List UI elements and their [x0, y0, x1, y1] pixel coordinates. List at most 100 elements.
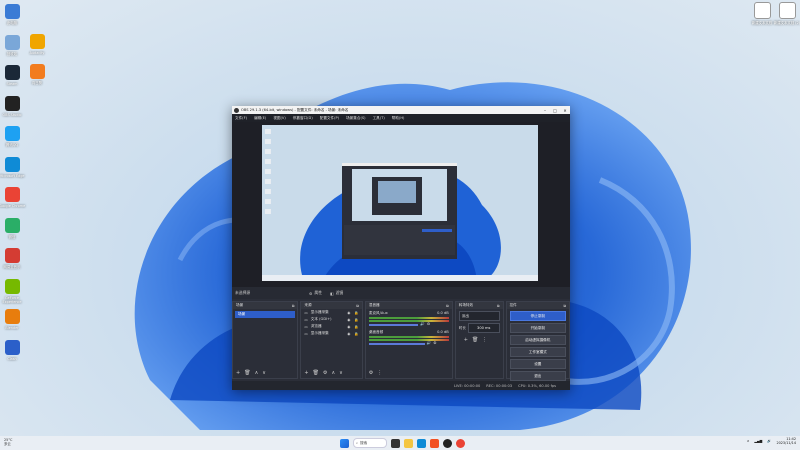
obs-titlebar[interactable]: OBS 29.1.3 (64-bit, windows) - 配置文件: 未命名… [232, 106, 570, 114]
visibility-icon[interactable]: ◉ [347, 311, 350, 315]
properties-button[interactable]: ⚙ 属性 [305, 290, 326, 296]
gear-icon[interactable]: ⚙ [427, 322, 430, 326]
speaker-icon[interactable]: 🔊 [420, 322, 424, 326]
control-button[interactable]: 退出 [509, 371, 566, 381]
explorer-icon[interactable] [404, 438, 413, 448]
source-toolbar: 未选择源 ⚙ 属性 ◧ 滤镜 [232, 287, 570, 299]
scene-item[interactable]: 场景 [235, 311, 296, 318]
desktop-icon[interactable]: Audacity [22, 34, 52, 55]
maximize-icon[interactable]: □ [550, 108, 560, 113]
move-up-icon[interactable]: ∧ [255, 370, 259, 376]
rec-status: REC: 00:00:03 [486, 383, 513, 388]
source-item[interactable]: ▭ 显示器采集 ◉ 🔒 [301, 330, 361, 337]
taskbar-search[interactable]: ⌕ 搜索 [353, 438, 387, 448]
close-icon[interactable]: ✕ [560, 108, 570, 113]
desktop-icon[interactable]: OBS Studio [0, 95, 27, 117]
lock-icon[interactable]: 🔒 [354, 318, 358, 322]
gear-icon[interactable]: ⚙ [323, 370, 327, 376]
clock[interactable]: 11:42 2023/11/14 [776, 437, 796, 445]
menu-item[interactable]: 停靠窗口(D) [293, 116, 313, 121]
visibility-icon[interactable]: ◉ [347, 332, 350, 336]
source-item[interactable]: ▭ 显示器采集 ◉ 🔒 [301, 309, 361, 316]
menu-item[interactable]: 配置文件(P) [320, 116, 339, 121]
chevron-up-icon[interactable]: ∧ [747, 439, 749, 443]
menu-item[interactable]: 帮助(H) [392, 116, 405, 121]
add-icon[interactable]: + [464, 337, 468, 343]
desktop-icon[interactable]: Google Chrome [0, 187, 27, 208]
move-up-icon[interactable]: ∧ [331, 370, 335, 376]
visibility-icon[interactable]: ◉ [347, 318, 350, 322]
gear-icon[interactable]: ⚙ [433, 341, 436, 345]
menu-item[interactable]: 文件(F) [235, 116, 247, 121]
control-button[interactable]: 开始录制 [509, 323, 566, 333]
delete-icon[interactable]: 🗑 [244, 370, 250, 376]
move-down-icon[interactable]: ∨ [262, 370, 266, 376]
lock-icon[interactable]: 🔒 [354, 332, 358, 336]
transition-select[interactable]: 淡出 [458, 311, 500, 321]
control-button[interactable]: 工作室模式 [509, 347, 566, 357]
no-source-label: 未选择源 [235, 290, 251, 295]
desktop-icon[interactable]: 微信 [0, 217, 27, 239]
chrome-icon[interactable] [456, 438, 465, 448]
menu-item[interactable]: 工具(T) [373, 116, 385, 121]
minimize-icon[interactable]: – [540, 108, 550, 113]
menu-item[interactable]: 场景集合(S) [346, 116, 365, 121]
weather-widget[interactable]: 25°C 多云 [4, 438, 12, 446]
system-tray: ∧ ▂▄▆ 🔊 11:42 2023/11/14 [747, 437, 796, 445]
desktop-icon[interactable]: 网易云音乐 [0, 248, 27, 269]
mixer-channel: 桌面音频 0.0 dB 🔊 ⚙ [366, 328, 452, 347]
weather-desc: 多云 [4, 442, 11, 446]
delete-icon[interactable]: 🗑 [472, 337, 478, 343]
filters-button[interactable]: ◧ 滤镜 [326, 290, 347, 296]
source-item[interactable]: ▭ 浏览器 ◉ 🔒 [301, 323, 361, 330]
control-button[interactable]: 启动虚拟摄像机 [509, 335, 566, 345]
visibility-icon[interactable]: ◉ [347, 325, 350, 329]
obs-window[interactable]: OBS 29.1.3 (64-bit, windows) - 配置文件: 未命名… [232, 106, 570, 390]
desktop-icon[interactable]: Clash [0, 339, 27, 361]
edge-icon [4, 156, 20, 172]
obs-icon[interactable] [443, 438, 452, 448]
desktop-icon[interactable]: 此电脑 [0, 4, 27, 25]
lock-icon[interactable]: 🔒 [354, 325, 358, 329]
task-view-icon[interactable] [391, 438, 400, 448]
move-down-icon[interactable]: ∨ [339, 370, 343, 376]
transitions-dock: 转场特效 ⧉ 淡出 时长 300 ms + 🗑 ⋮ [454, 301, 504, 379]
control-button[interactable]: 停止录制 [509, 311, 566, 321]
lock-icon[interactable]: 🔒 [354, 311, 358, 315]
controls-title: 控件 [509, 303, 517, 307]
add-icon[interactable]: + [236, 370, 240, 376]
desktop-icon[interactable]: 腾讯QQ [0, 126, 27, 147]
duration-input[interactable]: 300 ms [467, 323, 500, 333]
dock-menu-icon[interactable]: ⧉ [292, 304, 295, 308]
menu-item[interactable]: 视图(V) [273, 116, 285, 121]
source-label: 显示器采集 [310, 331, 329, 335]
desktop-icon[interactable]: 新建文本文档 (2) [772, 2, 800, 25]
source-item[interactable]: ▭ 文本 (GDI+) ◉ 🔒 [301, 316, 361, 323]
dock-menu-icon[interactable]: ⧉ [497, 304, 500, 308]
obs-preview[interactable] [232, 122, 570, 287]
start-icon[interactable] [340, 438, 349, 448]
desktop-icon[interactable]: Blender [0, 309, 27, 330]
channel-name: 麦克风/Aux [368, 311, 388, 315]
more-icon[interactable]: ⋮ [377, 370, 382, 376]
edge-icon[interactable] [417, 438, 426, 448]
dock-menu-icon[interactable]: ⧉ [563, 304, 566, 308]
volume-slider[interactable] [368, 324, 419, 326]
desktop-icon[interactable]: GeForce Experience [0, 278, 27, 304]
sources-title: 来源 [304, 303, 312, 307]
volume-slider[interactable] [368, 343, 425, 345]
dock-menu-icon[interactable]: ⧉ [356, 304, 359, 308]
network-icon[interactable]: ▂▄▆ [754, 439, 762, 443]
control-button[interactable]: 设置 [509, 359, 566, 369]
gear-icon[interactable]: ⚙ [369, 370, 373, 376]
desktop-icon[interactable]: 向日葵 [22, 64, 52, 85]
volume-icon[interactable]: 🔊 [767, 439, 771, 443]
more-icon[interactable]: ⋮ [482, 337, 487, 343]
store-icon[interactable] [430, 438, 439, 448]
desktop-icon[interactable]: Microsoft Edge [0, 156, 27, 178]
delete-icon[interactable]: 🗑 [313, 370, 319, 376]
menu-item[interactable]: 编辑(E) [254, 116, 266, 121]
dock-menu-icon[interactable]: ⧉ [446, 304, 449, 308]
add-icon[interactable]: + [304, 370, 308, 376]
speaker-icon[interactable]: 🔊 [427, 341, 431, 345]
